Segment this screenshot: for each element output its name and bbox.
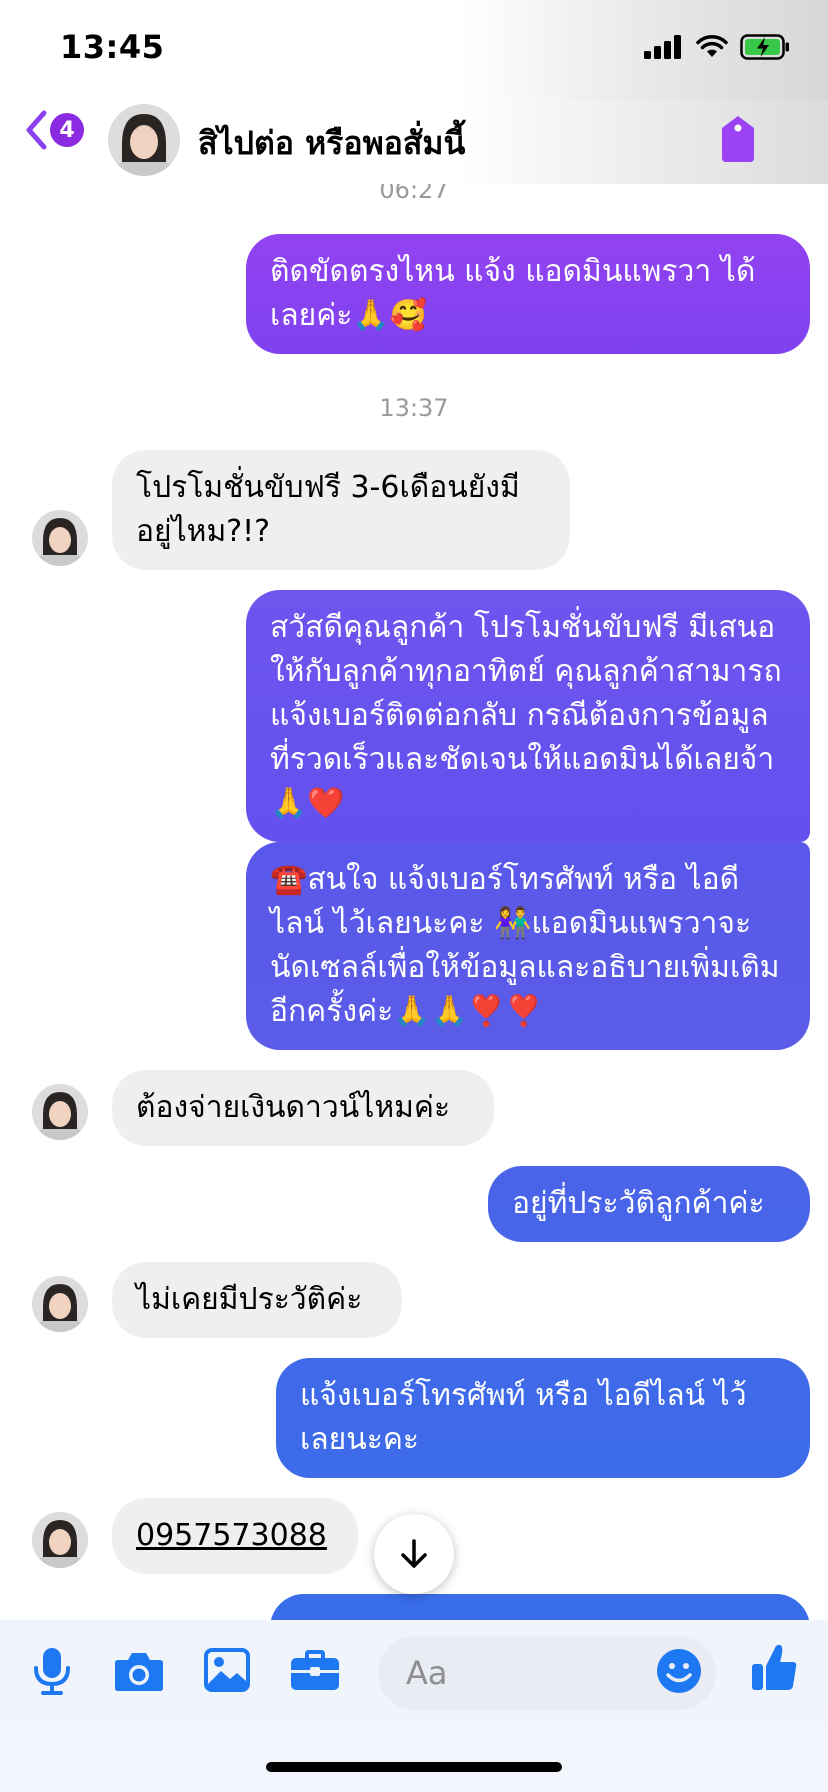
microphone-icon — [34, 1648, 70, 1695]
battery-charging-icon — [740, 34, 789, 60]
toolbox-button[interactable] — [290, 1650, 340, 1696]
camera-icon — [115, 1653, 163, 1691]
message-list[interactable]: 06:27 ติดขัดตรงไหน แจ้ง แอดมินแพรวา ได้เ… — [0, 184, 828, 1620]
home-indicator — [266, 1762, 562, 1772]
message-text: สวัสดีคุณลูกค้า โปรโมชั่นขับฟรี มีเสนอให… — [270, 610, 782, 821]
incoming-message[interactable]: ต้องจ่ายเงินดาวน์ไหมค่ะ — [112, 1070, 494, 1146]
tag-icon — [722, 116, 754, 162]
status-icons — [644, 34, 790, 60]
camera-button[interactable] — [114, 1650, 164, 1696]
outgoing-message[interactable]: สวัสดีคุณลูกค้า โปรโมชั่นขับฟรี มีเสนอให… — [246, 590, 810, 842]
outgoing-message-partial[interactable] — [270, 1594, 810, 1620]
outgoing-message[interactable]: แจ้งเบอร์โทรศัพท์ หรือ ไอดีไลน์ ไว้เลยนะ… — [276, 1358, 810, 1478]
toolbox-icon — [291, 1650, 339, 1690]
message-text: ติดขัดตรงไหน แจ้ง แอดมินแพรวา ได้เลยค่ะ🙏… — [270, 254, 756, 333]
arrow-down-icon — [401, 1539, 427, 1568]
phone-number-link[interactable]: 0957573088 — [136, 1518, 327, 1553]
microphone-button[interactable] — [32, 1646, 72, 1700]
incoming-message[interactable]: โปรโมชั่นขับฟรี 3-6เดือนยังมีอยู่ไหม?!? — [112, 450, 570, 570]
emoji-button[interactable] — [656, 1648, 702, 1698]
gallery-button[interactable] — [204, 1648, 250, 1696]
sender-avatar[interactable] — [32, 1276, 88, 1332]
back-button[interactable]: 4 — [24, 110, 84, 150]
message-text: ต้องจ่ายเงินดาวน์ไหมค่ะ — [136, 1090, 451, 1125]
unread-count-badge: 4 — [50, 113, 84, 147]
timestamp: 06:27 — [379, 184, 449, 204]
message-text: โปรโมชั่นขับฟรี 3-6เดือนยังมีอยู่ไหม?!? — [136, 470, 520, 549]
incoming-phone-message[interactable]: 0957573088 — [112, 1498, 358, 1574]
outgoing-message[interactable]: ☎️สนใจ แจ้งเบอร์โทรศัพท์ หรือ ไอดีไลน์ ไ… — [246, 842, 810, 1050]
chevron-left-icon — [26, 110, 47, 150]
contact-name[interactable]: สิไปต่อ หรือพอสั่มนี้ — [198, 118, 465, 169]
message-text: อยู่ที่ประวัติลูกค้าค่ะ — [512, 1186, 765, 1221]
timestamp: 13:37 — [379, 394, 449, 422]
message-text: ไม่เคยมีประวัติค่ะ — [136, 1282, 363, 1317]
status-time: 13:45 — [60, 28, 165, 66]
wifi-icon — [696, 35, 728, 57]
sender-avatar[interactable] — [32, 1084, 88, 1140]
outgoing-message[interactable]: ติดขัดตรงไหน แจ้ง แอดมินแพรวา ได้เลยค่ะ🙏… — [246, 234, 810, 354]
contact-avatar[interactable] — [108, 104, 180, 176]
outgoing-message[interactable]: อยู่ที่ประวัติลูกค้าค่ะ — [488, 1166, 810, 1242]
message-text: ☎️สนใจ แจ้งเบอร์โทรศัพท์ หรือ ไอดีไลน์ ไ… — [270, 862, 780, 1029]
incoming-message[interactable]: ไม่เคยมีประวัติค่ะ — [112, 1262, 402, 1338]
like-button[interactable] — [750, 1642, 798, 1696]
emoji-icon — [657, 1649, 701, 1693]
sender-avatar[interactable] — [32, 510, 88, 566]
gallery-icon — [204, 1648, 250, 1692]
status-bar: 13:45 — [0, 0, 828, 100]
message-text: แจ้งเบอร์โทรศัพท์ หรือ ไอดีไลน์ ไว้เลยนะ… — [300, 1378, 747, 1457]
signal-icon — [644, 35, 681, 59]
conversation-header: 4 สิไปต่อ หรือพอสั่มนี้ — [0, 100, 828, 184]
like-icon — [752, 1644, 797, 1690]
scroll-to-bottom-button[interactable] — [374, 1514, 454, 1594]
tag-button[interactable] — [718, 114, 758, 168]
sender-avatar[interactable] — [32, 1512, 88, 1568]
